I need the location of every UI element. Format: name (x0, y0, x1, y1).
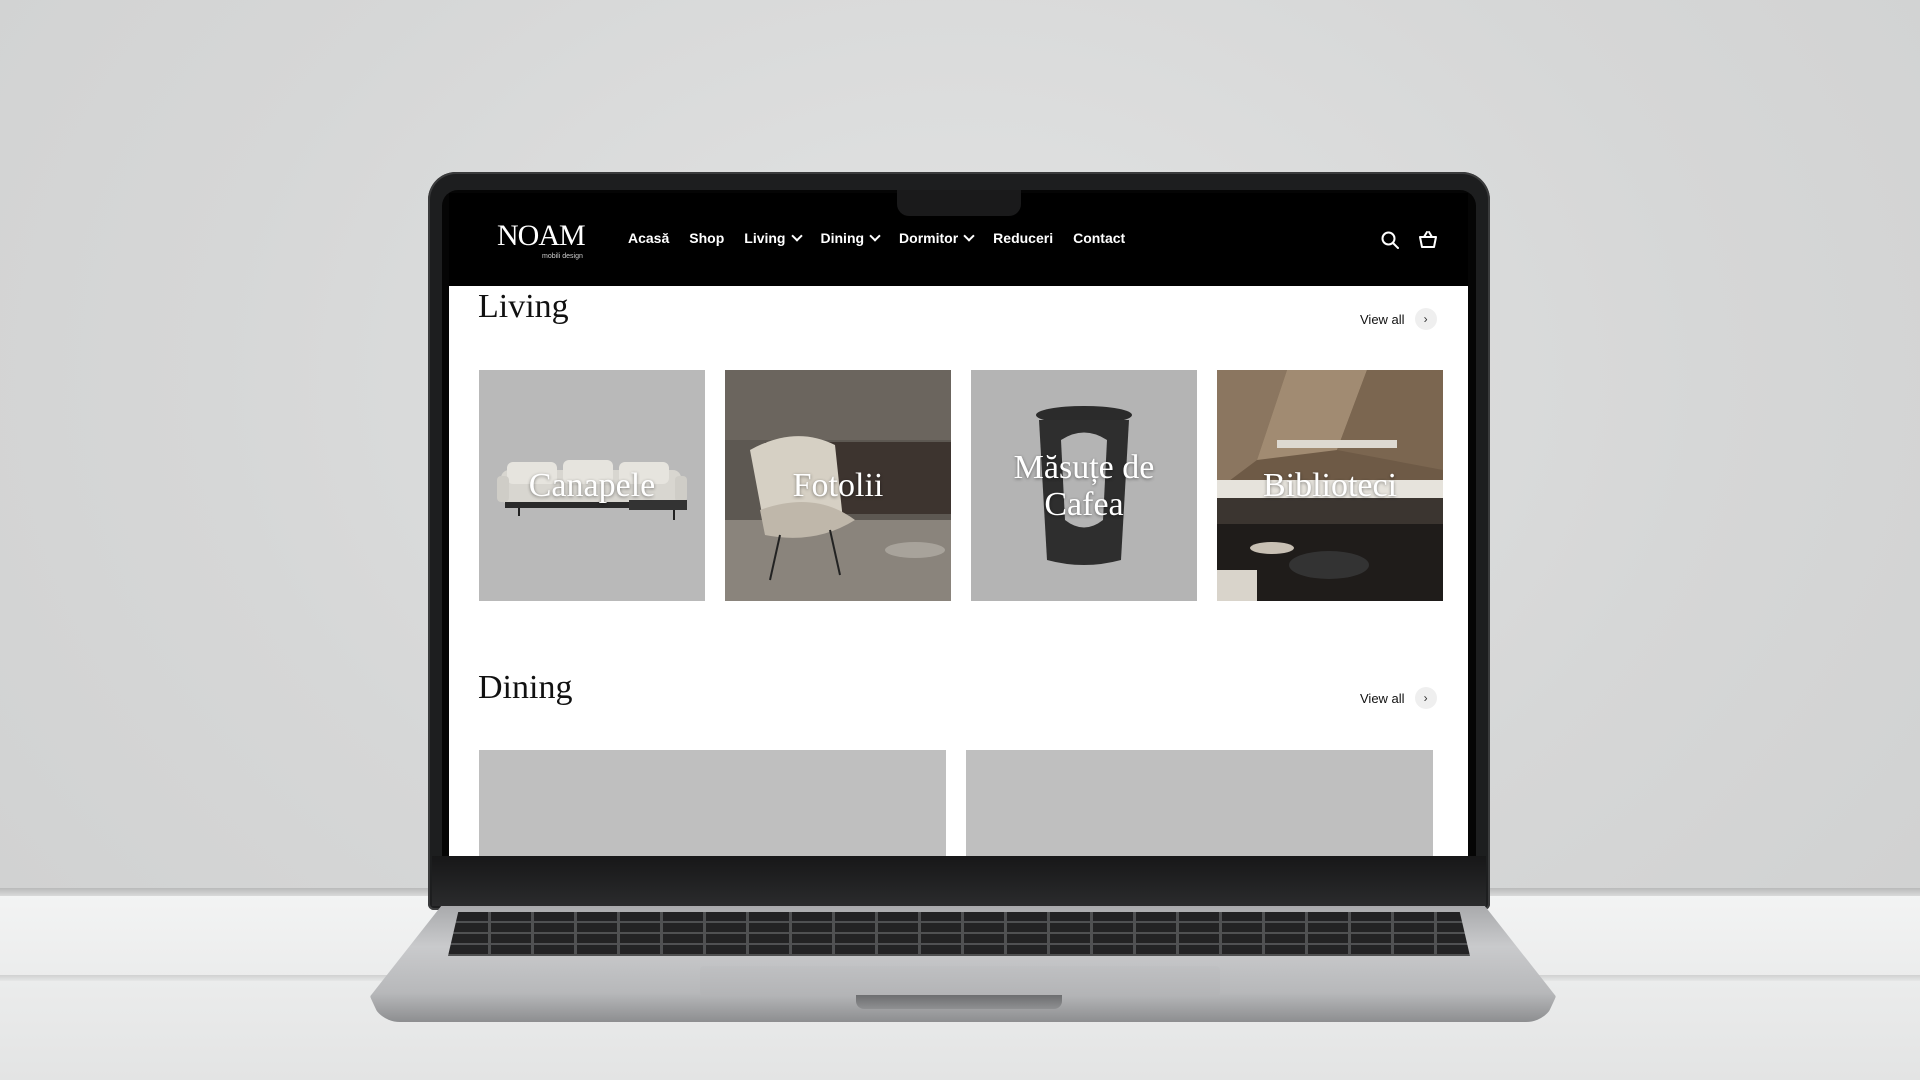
category-card-fotolii[interactable]: Fotolii (725, 370, 951, 601)
nav-item-shop[interactable]: Shop (689, 230, 724, 246)
nav-label: Reduceri (993, 230, 1054, 246)
dining-category-card[interactable] (479, 750, 946, 856)
nav-item-dormitor[interactable]: Dormitor (899, 230, 975, 246)
nav-item-dining[interactable]: Dining (820, 230, 881, 246)
card-label: Măsuțe de Cafea (1013, 448, 1155, 523)
dining-section-title: Dining (478, 669, 573, 706)
nav-item-contact[interactable]: Contact (1073, 230, 1125, 246)
nav-label: Dining (820, 230, 865, 246)
card-label: Fotolii (792, 467, 884, 504)
chevron-down-icon (963, 230, 975, 242)
brand-logo[interactable]: NOAM mobili design (497, 221, 597, 261)
view-all-label: View all (1360, 690, 1405, 706)
laptop-hinge (432, 856, 1486, 906)
cart-icon[interactable] (1418, 230, 1438, 250)
nav-label: Dormitor (899, 230, 959, 246)
laptop-trackpad (700, 966, 1220, 996)
card-label: Canapele (528, 467, 656, 504)
search-icon[interactable] (1380, 230, 1400, 250)
nav-label: Acasă (628, 230, 670, 246)
category-card-canapele[interactable]: Canapele (479, 370, 705, 601)
nav-item-living[interactable]: Living (744, 230, 803, 246)
category-card-biblioteci[interactable]: Biblioteci (1217, 370, 1443, 601)
logo-text: NOAM (497, 219, 586, 252)
dining-category-card[interactable] (966, 750, 1433, 856)
nav-item-reduceri[interactable]: Reduceri (993, 230, 1053, 246)
chevron-down-icon (790, 230, 803, 242)
nav-label: Shop (689, 230, 725, 246)
chevron-right-icon: › (1414, 308, 1437, 330)
dining-view-all-link[interactable]: View all › (1360, 687, 1437, 709)
nav-label: Living (744, 230, 786, 246)
chevron-right-icon: › (1414, 687, 1437, 709)
living-view-all-link[interactable]: View all › (1360, 308, 1437, 330)
living-section-title: Living (478, 288, 569, 325)
logo-subtitle: mobili design (542, 253, 583, 260)
category-card-masute-de-cafea[interactable]: Măsuțe de Cafea (971, 370, 1197, 601)
laptop-keyboard (448, 912, 1470, 956)
main-nav: Acasă Shop Living Dining Dormitor Reduce… (628, 230, 1145, 246)
nav-label: Contact (1073, 230, 1126, 246)
view-all-label: View all (1360, 311, 1405, 327)
chevron-down-icon (869, 230, 881, 242)
card-label: Biblioteci (1262, 467, 1398, 504)
laptop-screen: NOAM mobili design Acasă Shop Living Din… (449, 193, 1468, 856)
laptop-front-notch (856, 995, 1062, 1009)
nav-item-acasa[interactable]: Acasă (628, 230, 669, 246)
camera-notch (897, 190, 1021, 216)
